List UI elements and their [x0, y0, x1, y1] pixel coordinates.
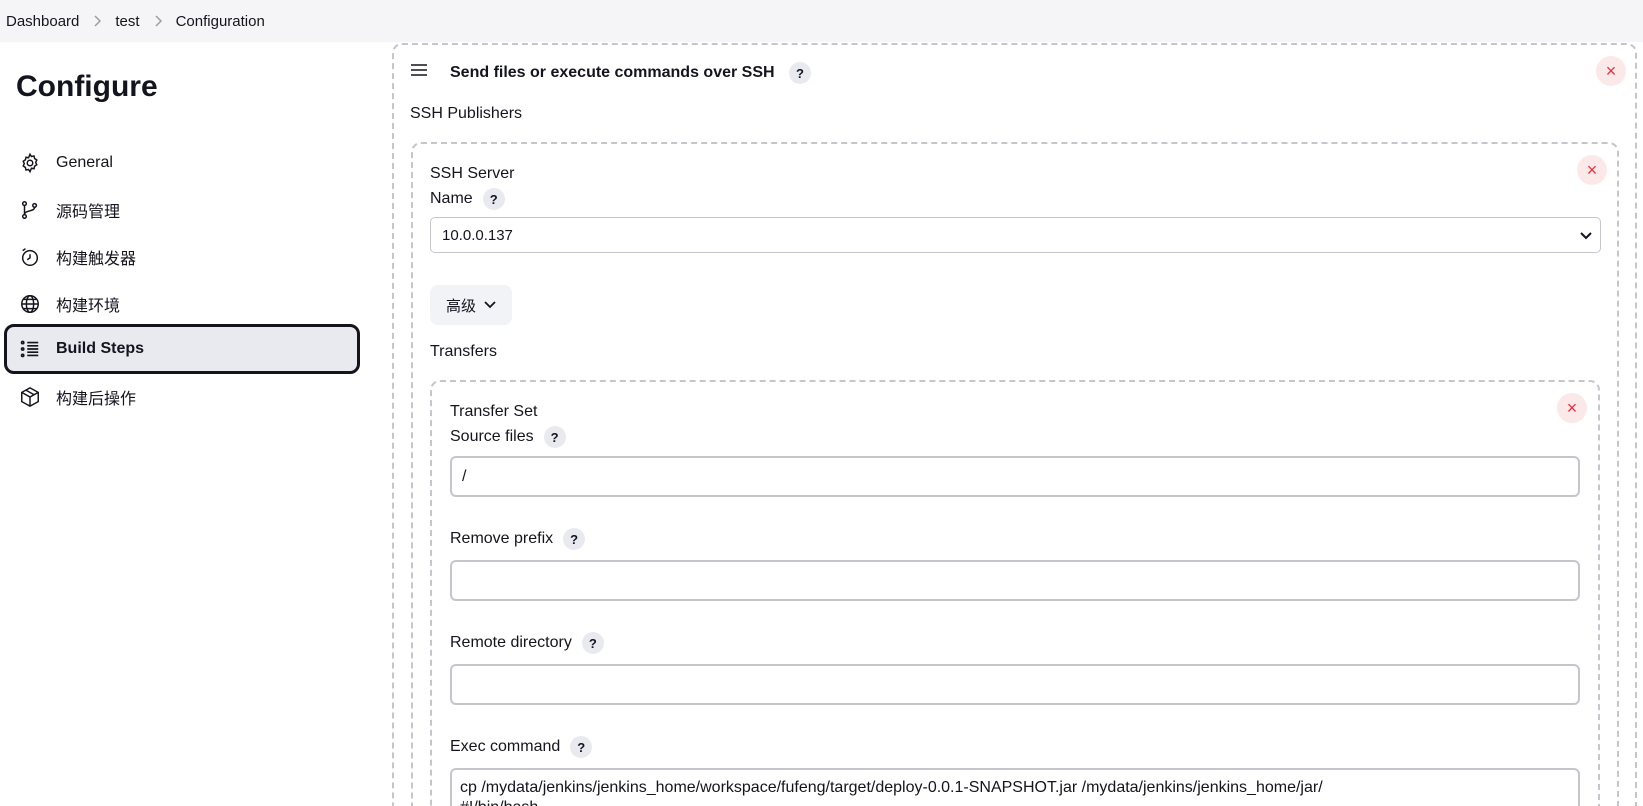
help-icon[interactable]: ? — [482, 188, 505, 210]
page-title: Configure — [16, 70, 158, 103]
sidebar-item-scm[interactable]: 源码管理 — [4, 187, 360, 233]
chevron-right-icon — [93, 15, 102, 27]
section-title: Send files or execute commands over SSH … — [450, 62, 812, 84]
sidebar-item-label: Build Steps — [56, 340, 145, 357]
ssh-server-select[interactable]: 10.0.0.137 — [430, 217, 1601, 253]
help-icon[interactable]: ? — [543, 426, 566, 448]
chevron-right-icon — [154, 15, 162, 27]
gear-icon — [18, 151, 42, 175]
close-icon[interactable]: × — [1596, 56, 1626, 86]
source-files-label: Source files ? — [450, 426, 566, 448]
remove-prefix-input[interactable] — [450, 560, 1580, 601]
sidebar-item-general[interactable]: General — [4, 140, 360, 186]
breadcrumb-dashboard[interactable]: Dashboard — [6, 13, 79, 30]
remove-prefix-label: Remove prefix ? — [450, 528, 586, 550]
help-icon[interactable]: ? — [563, 528, 586, 550]
sidebar-item-label: 构建触发器 — [56, 251, 137, 268]
sidebar-item-build-steps[interactable]: Build Steps — [4, 324, 360, 374]
sidebar-item-label: 构建环境 — [56, 298, 121, 315]
globe-icon — [18, 292, 42, 316]
close-icon[interactable]: × — [1557, 393, 1587, 423]
breadcrumb: Dashboard test Configuration — [0, 0, 1643, 42]
remote-directory-label: Remote directory ? — [450, 632, 604, 654]
exec-command-textarea[interactable]: cp /mydata/jenkins/jenkins_home/workspac… — [450, 768, 1580, 806]
ssh-publishers-label: SSH Publishers — [410, 105, 523, 122]
sidebar-item-label: General — [56, 154, 113, 171]
help-icon[interactable]: ? — [581, 632, 604, 654]
drag-handle-icon[interactable] — [410, 62, 430, 82]
advanced-button[interactable]: 高级 — [430, 285, 512, 325]
help-icon[interactable]: ? — [570, 736, 593, 758]
sidebar-item-label: 源码管理 — [56, 204, 121, 221]
name-label: Name ? — [430, 188, 505, 210]
exec-command-label: Exec command ? — [450, 736, 593, 758]
breadcrumb-configuration[interactable]: Configuration — [176, 13, 265, 30]
sidebar-item-label: 构建后操作 — [56, 391, 137, 408]
sidebar-item-environment[interactable]: 构建环境 — [4, 281, 360, 327]
breadcrumb-test[interactable]: test — [115, 13, 139, 30]
chevron-down-icon — [484, 301, 496, 309]
ssh-server-heading: SSH Server — [430, 165, 515, 182]
timer-icon — [18, 245, 42, 269]
list-icon — [18, 337, 42, 361]
sidebar-item-triggers[interactable]: 构建触发器 — [4, 234, 360, 280]
chevron-down-icon — [1580, 227, 1592, 244]
help-icon[interactable]: ? — [789, 62, 812, 84]
remote-directory-input[interactable] — [450, 664, 1580, 705]
sidebar-item-post-build[interactable]: 构建后操作 — [4, 374, 360, 420]
transfers-label: Transfers — [430, 343, 497, 360]
branch-icon — [18, 198, 42, 222]
package-icon — [18, 385, 42, 409]
source-files-input[interactable]: / — [450, 456, 1580, 497]
close-icon[interactable]: × — [1577, 155, 1607, 185]
transfer-set-heading: Transfer Set — [450, 403, 538, 420]
